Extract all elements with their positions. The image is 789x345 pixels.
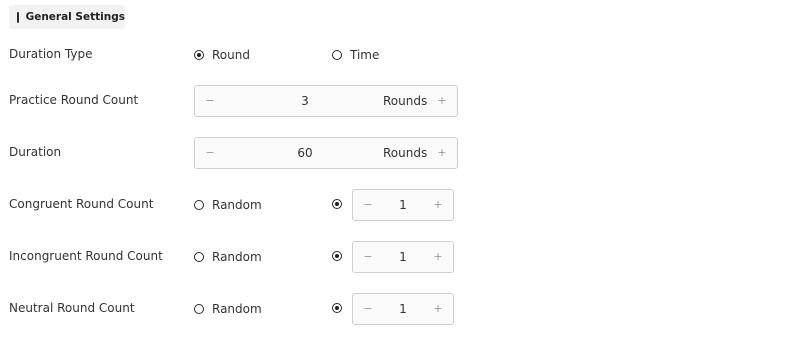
radio-circle-checked — [332, 303, 342, 313]
radio-circle-checked — [332, 251, 342, 261]
increment-button[interactable]: + — [430, 294, 446, 324]
incongruent-round-count-value[interactable]: 1 — [388, 242, 418, 272]
general-settings-title: General Settings — [25, 11, 125, 23]
radio-circle-checked — [194, 50, 204, 60]
congruent-round-count-row: Congruent Round Count Random − 1 + — [0, 189, 789, 221]
radio-circle-unchecked — [332, 50, 342, 60]
practice-round-count-label: Practice Round Count — [9, 93, 139, 107]
neutral-round-count-stepper[interactable]: − 1 + — [352, 293, 454, 325]
radio-circle-unchecked — [194, 252, 204, 262]
decrement-button[interactable]: − — [202, 138, 218, 168]
neutral-round-count-value[interactable]: 1 — [388, 294, 418, 324]
radio-circle-checked — [332, 199, 342, 209]
rounds-unit-label: Rounds — [383, 146, 428, 160]
neutral-fixed-radio[interactable] — [332, 303, 342, 313]
decrement-button[interactable]: − — [360, 242, 376, 272]
decrement-button[interactable]: − — [360, 190, 376, 220]
neutral-random-radio[interactable]: Random — [194, 302, 262, 316]
congruent-round-count-stepper[interactable]: − 1 + — [352, 189, 454, 221]
decrement-button[interactable]: − — [360, 294, 376, 324]
incongruent-round-count-stepper[interactable]: − 1 + — [352, 241, 454, 273]
congruent-round-count-label: Congruent Round Count — [9, 197, 154, 211]
increment-button[interactable]: + — [430, 242, 446, 272]
incongruent-round-count-row: Incongruent Round Count Random − 1 + — [0, 241, 789, 273]
radio-circle-unchecked — [194, 200, 204, 210]
increment-button[interactable]: + — [434, 138, 450, 168]
incongruent-round-count-label: Incongruent Round Count — [9, 249, 163, 263]
incongruent-random-radio[interactable]: Random — [194, 250, 262, 264]
congruent-random-label: Random — [212, 198, 262, 212]
duration-row: Duration − 60 Rounds + — [0, 137, 789, 169]
radio-circle-unchecked — [194, 304, 204, 314]
duration-type-round-label: Round — [212, 48, 250, 62]
increment-button[interactable]: + — [434, 86, 450, 116]
duration-stepper[interactable]: − 60 Rounds + — [194, 137, 458, 169]
decrement-button[interactable]: − — [202, 86, 218, 116]
congruent-round-count-value[interactable]: 1 — [388, 190, 418, 220]
duration-label: Duration — [9, 145, 62, 159]
duration-type-time-label: Time — [350, 48, 380, 62]
duration-type-label: Duration Type — [9, 47, 93, 61]
rounds-unit-label: Rounds — [383, 94, 428, 108]
neutral-round-count-row: Neutral Round Count Random − 1 + — [0, 293, 789, 325]
congruent-random-radio[interactable]: Random — [194, 198, 262, 212]
settings-panel-icon — [17, 11, 19, 23]
incongruent-fixed-radio[interactable] — [332, 251, 342, 261]
practice-round-count-stepper[interactable]: − 3 Rounds + — [194, 85, 458, 117]
duration-type-round-radio[interactable]: Round — [194, 48, 250, 62]
general-settings-header[interactable]: General Settings — [9, 5, 125, 29]
neutral-round-count-label: Neutral Round Count — [9, 301, 135, 315]
practice-round-count-value[interactable]: 3 — [285, 86, 325, 116]
duration-value[interactable]: 60 — [285, 138, 325, 168]
neutral-random-label: Random — [212, 302, 262, 316]
incongruent-random-label: Random — [212, 250, 262, 264]
duration-type-row: Duration Type Round Time — [0, 47, 789, 63]
duration-type-time-radio[interactable]: Time — [332, 48, 379, 62]
practice-round-count-row: Practice Round Count − 3 Rounds + — [0, 85, 789, 117]
congruent-fixed-radio[interactable] — [332, 199, 342, 209]
increment-button[interactable]: + — [430, 190, 446, 220]
